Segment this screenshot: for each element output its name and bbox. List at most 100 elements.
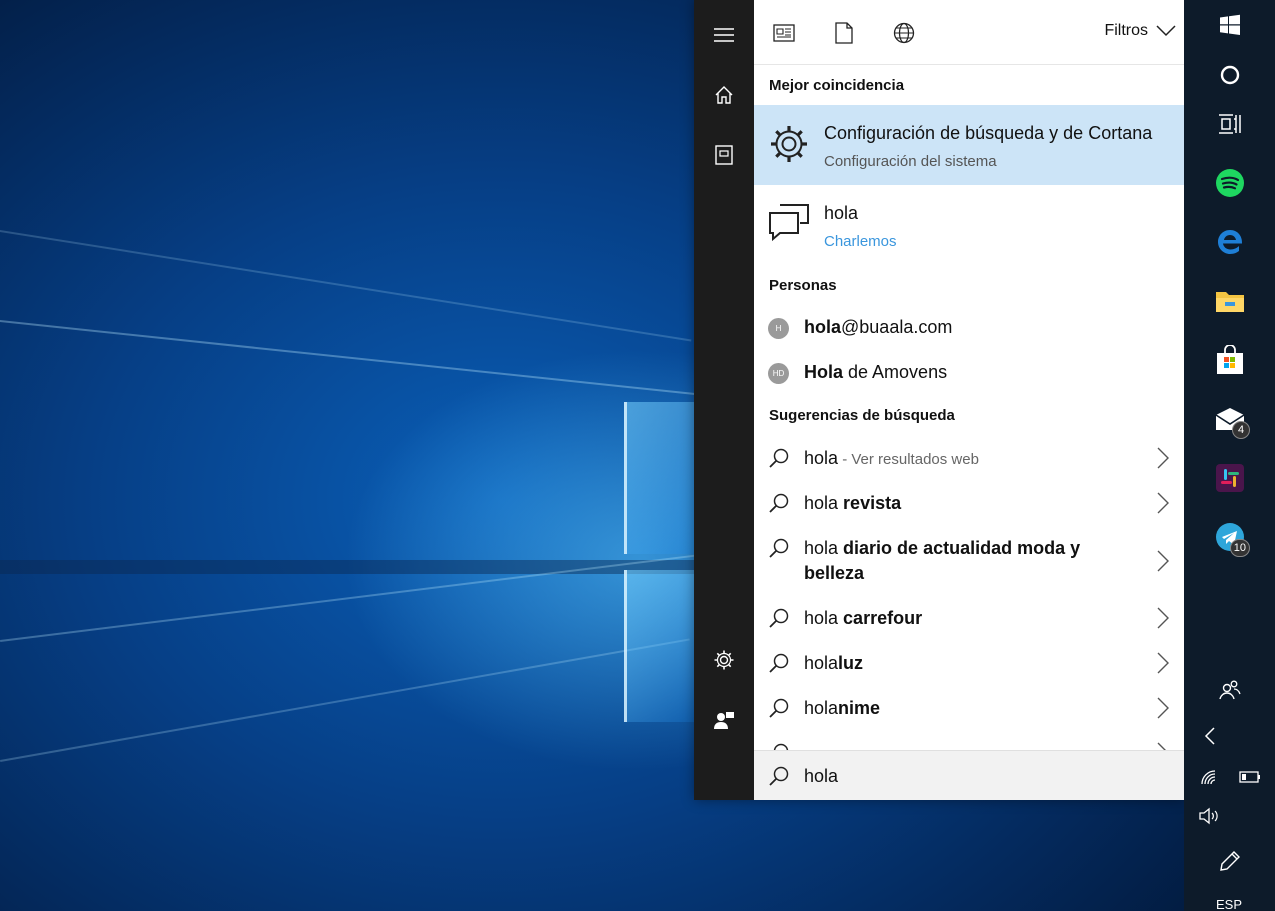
web-filter-button[interactable] <box>891 20 917 46</box>
gear-icon <box>714 650 734 670</box>
cortana-ring-icon <box>1220 65 1240 85</box>
search-input[interactable] <box>800 761 1160 791</box>
mail-badge: 4 <box>1232 421 1250 439</box>
suggestion-text: hola revista <box>804 493 902 513</box>
hamburger-icon <box>714 28 734 42</box>
hamburger-menu-button[interactable] <box>694 10 754 60</box>
suggestions-heading: Sugerencias de búsqueda <box>769 407 955 424</box>
spotify-app[interactable] <box>1206 159 1254 207</box>
mail-app[interactable]: 4 <box>1206 395 1254 443</box>
chat-result-subtitle: Charlemos <box>824 233 897 250</box>
search-box <box>754 750 1184 800</box>
person-result[interactable]: H hola@buaala.com <box>754 306 1184 350</box>
windows-logo-pane-bottom <box>624 570 694 722</box>
chevron-right-icon <box>1157 697 1169 719</box>
best-match-subtitle: Configuración del sistema <box>824 153 997 170</box>
task-view-button[interactable] <box>1206 100 1254 148</box>
suggestion-item[interactable]: holaluz <box>754 641 1184 686</box>
chat-result[interactable]: hola Charlemos <box>754 185 1184 265</box>
search-icon <box>769 493 789 513</box>
home-icon <box>715 86 733 104</box>
feedback-button[interactable] <box>694 695 754 745</box>
edge-app[interactable] <box>1206 218 1254 266</box>
people-heading: Personas <box>769 277 837 294</box>
search-icon <box>769 766 789 786</box>
wifi-icon <box>1201 770 1216 785</box>
search-icon <box>769 448 789 468</box>
slack-app[interactable] <box>1206 454 1254 502</box>
battery-icon <box>1239 771 1260 783</box>
person-result[interactable]: HD Hola de Amovens <box>754 351 1184 395</box>
suggestion-text: hola - Ver resultados web <box>804 448 979 468</box>
store-app[interactable] <box>1206 336 1254 384</box>
start-search-panel: Filtros Mejor coincidencia Configuración… <box>694 0 1184 800</box>
suggestion-item[interactable]: hola diario de actualidad moda y belleza <box>754 526 1184 596</box>
suggestion-item[interactable]: hola revista <box>754 481 1184 526</box>
globe-icon <box>893 22 915 44</box>
start-button[interactable] <box>1206 1 1254 49</box>
suggestion-item[interactable]: hola carrefour <box>754 596 1184 641</box>
chevron-down-icon <box>1156 25 1176 37</box>
start-rail <box>694 0 754 800</box>
windows-logo-icon <box>1220 14 1240 36</box>
home-button[interactable] <box>694 70 754 120</box>
windows-logo-pane-top <box>624 402 694 554</box>
speaker-icon <box>1199 807 1218 825</box>
taskbar: 4 10 ESP <box>1184 0 1275 911</box>
filters-dropdown[interactable]: Filtros <box>1104 22 1176 40</box>
suggestion-text: holaluz <box>804 653 864 673</box>
person-name: Hola de Amovens <box>804 362 948 382</box>
chevron-right-icon <box>1157 447 1169 469</box>
suggestion-text: hola carrefour <box>804 608 923 628</box>
documents-filter-button[interactable] <box>831 20 857 46</box>
person-name: hola@buaala.com <box>804 317 953 337</box>
folder-icon <box>1216 292 1244 312</box>
suggestion-text: hola diario de actualidad moda y belleza <box>804 538 1081 583</box>
chevron-right-icon <box>1157 607 1169 629</box>
cortana-button[interactable] <box>1206 51 1254 99</box>
filter-toolbar: Filtros <box>754 0 1184 65</box>
search-icon <box>769 538 789 558</box>
language-indicator[interactable]: ESP <box>1216 897 1242 911</box>
telegram-badge: 10 <box>1229 539 1250 557</box>
chevron-left-icon <box>1204 727 1215 745</box>
avatar: H <box>768 318 789 339</box>
gear-icon <box>771 126 807 162</box>
notebook-icon <box>715 145 733 165</box>
volume-button[interactable] <box>1186 792 1234 840</box>
chevron-right-icon <box>1157 492 1169 514</box>
spotify-icon <box>1216 169 1244 197</box>
telegram-app[interactable]: 10 <box>1206 513 1254 561</box>
settings-button[interactable] <box>694 635 754 685</box>
best-match-title: Configuración de búsqueda y de Cortana <box>824 123 1153 143</box>
people-icon <box>1219 680 1241 700</box>
filters-label: Filtros <box>1104 22 1148 39</box>
store-bag-icon <box>1217 345 1243 374</box>
app-window-icon <box>773 24 795 42</box>
search-results-pane: Filtros Mejor coincidencia Configuración… <box>754 0 1184 800</box>
search-icon <box>769 653 789 673</box>
people-button[interactable] <box>1206 666 1254 714</box>
chevron-right-icon <box>1157 652 1169 674</box>
search-icon <box>769 608 789 628</box>
pen-workspace-button[interactable] <box>1206 837 1254 885</box>
notebook-button[interactable] <box>694 130 754 180</box>
feedback-icon <box>714 712 734 729</box>
file-explorer-app[interactable] <box>1206 277 1254 325</box>
edge-icon <box>1218 230 1243 254</box>
suggestion-item[interactable]: hola - Ver resultados web <box>754 436 1184 481</box>
chat-bubbles-icon <box>769 204 809 242</box>
apps-filter-button[interactable] <box>771 20 797 46</box>
best-match-result[interactable]: Configuración de búsqueda y de Cortana C… <box>754 105 1184 185</box>
suggestion-text: holanime <box>804 698 881 718</box>
document-icon <box>835 22 853 44</box>
slack-icon <box>1216 464 1244 492</box>
chat-result-title: hola <box>824 203 859 223</box>
avatar: HD <box>768 363 789 384</box>
pen-icon <box>1220 851 1240 871</box>
task-view-icon <box>1219 114 1241 134</box>
suggestion-item[interactable]: holanime <box>754 686 1184 731</box>
chevron-right-icon <box>1157 550 1169 572</box>
best-match-heading: Mejor coincidencia <box>769 77 905 94</box>
search-icon <box>769 698 789 718</box>
